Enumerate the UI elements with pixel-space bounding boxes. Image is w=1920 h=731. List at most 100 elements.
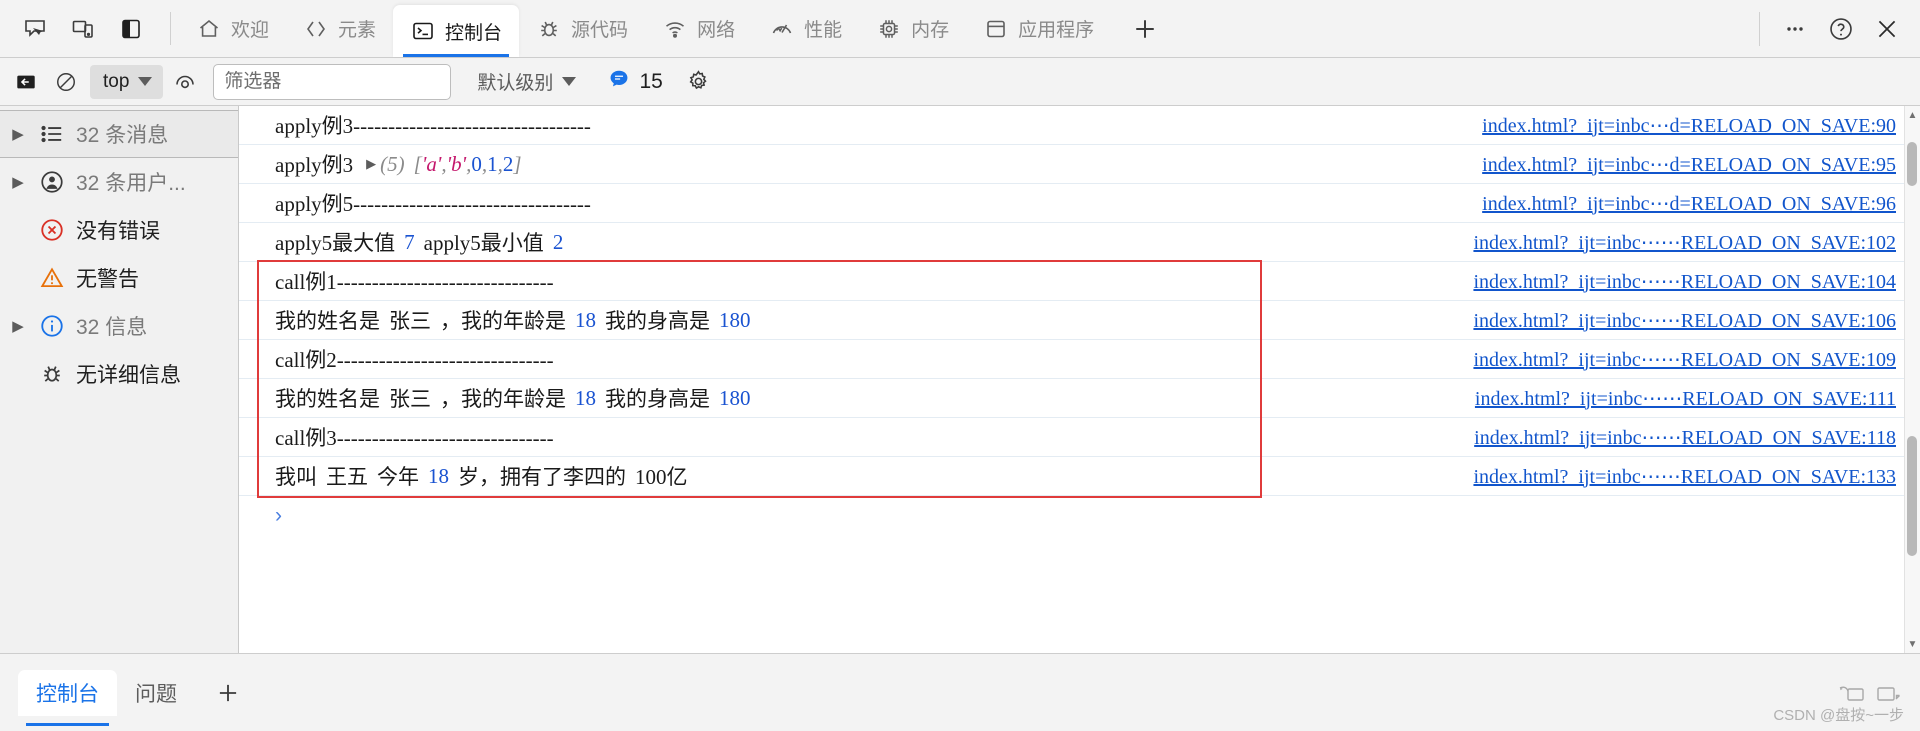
tab-memory[interactable]: 内存 [859, 0, 966, 57]
console-message-source-link[interactable]: index.html?_ijt=inbc⋯d=RELOAD_ON_SAVE:90 [1482, 113, 1904, 138]
numeric-value: 180 [719, 385, 751, 410]
console-toolbar: top 默认级别 15 [0, 58, 1920, 106]
tab-elements[interactable]: 元素 [286, 0, 393, 57]
sidebar-item-label: 32 信息 [76, 316, 148, 339]
tab-network[interactable]: 网络 [645, 0, 752, 57]
log-text: 我的姓名是 [275, 309, 380, 333]
log-text: call例3------------------------------- [275, 426, 554, 450]
tab-sources[interactable]: 源代码 [519, 0, 645, 57]
numeric-value: 1 [487, 151, 498, 176]
chevron-right-icon[interactable]: ▶ [8, 317, 28, 335]
log-text: 岁，拥有了李四的 [458, 465, 626, 489]
gear-icon[interactable] [681, 65, 717, 99]
drawer-tab-0[interactable]: 控制台 [18, 669, 117, 726]
more-options-icon[interactable] [1774, 8, 1816, 50]
console-message-source-link[interactable]: index.html?_ijt=inbc⋯d=RELOAD_ON_SAVE:96 [1482, 191, 1904, 216]
console-message-source-link[interactable]: index.html?_ijt=inbc⋯⋯RELOAD_ON_SAVE:111 [1475, 386, 1904, 411]
sidebar-item-3[interactable]: ▶无警告 [0, 254, 238, 302]
add-panel-tab-button[interactable] [1111, 0, 1179, 57]
clear-console-icon[interactable] [48, 65, 84, 99]
drawer-add-tab-button[interactable] [195, 680, 261, 706]
array-syntax: [ [413, 151, 422, 176]
sidebar-item-label: 32 条消息 [76, 124, 169, 147]
console-message-source-link[interactable]: index.html?_ijt=inbc⋯⋯RELOAD_ON_SAVE:104 [1473, 269, 1904, 294]
console-message-text: call例3------------------------------- [275, 422, 554, 452]
tab-performance[interactable]: 性能 [752, 0, 859, 57]
numeric-value: 0 [471, 151, 482, 176]
array-syntax: (5) [380, 151, 405, 176]
live-expression-icon[interactable] [167, 65, 203, 99]
close-icon[interactable] [1866, 8, 1908, 50]
array-syntax: ] [513, 151, 522, 176]
log-text: call例1------------------------------- [275, 270, 554, 294]
info-icon [36, 313, 68, 339]
toolbar-divider [170, 12, 171, 45]
inspect-element-icon[interactable] [14, 8, 56, 50]
chevron-right-icon[interactable]: ▶ [8, 173, 28, 191]
console-message-row[interactable]: 我的姓名是 张三 ，我的年龄是 18 我的身高是 180 index.html?_ijt=i… [239, 379, 1920, 418]
tab-console[interactable]: 控制台 [393, 5, 520, 57]
console-message-source-link[interactable]: index.html?_ijt=inbc⋯⋯RELOAD_ON_SAVE:106 [1473, 308, 1904, 333]
device-toolbar-icon[interactable] [62, 8, 104, 50]
execution-context-select[interactable]: top [90, 64, 164, 99]
numeric-value: 2 [552, 229, 564, 254]
prompt-chevron-icon: › [275, 504, 282, 527]
sidebar-item-1[interactable]: ▶ 32 条用户... [0, 158, 238, 206]
sidebar-item-5[interactable]: ▶无详细信息 [0, 350, 238, 398]
console-message-source-link[interactable]: index.html?_ijt=inbc⋯d=RELOAD_ON_SAVE:95 [1482, 152, 1904, 177]
verbose-bug-icon [36, 361, 68, 387]
dock-panel-icon[interactable] [110, 8, 152, 50]
scroll-down-arrow-icon[interactable]: ▼ [1905, 635, 1920, 653]
sidebar-item-4[interactable]: ▶ 32 信息 [0, 302, 238, 350]
sidebar-item-label: 没有错误 [76, 220, 160, 243]
console-message-text: 我的姓名是 张三 ，我的年龄是 18 我的身高是 180 [275, 383, 751, 413]
scroll-up-arrow-icon[interactable]: ▲ [1905, 106, 1920, 124]
console-message-row[interactable]: apply例5---------------------------------… [239, 184, 1920, 223]
tab-welcome[interactable]: 欢迎 [179, 0, 286, 57]
console-prompt[interactable]: › [239, 496, 1920, 536]
numeric-value: 180 [719, 307, 751, 332]
log-level-select[interactable]: 默认级别 [467, 65, 584, 99]
console-message-row[interactable]: apply例3---------------------------------… [239, 106, 1920, 145]
log-text: apply5最小值 [423, 231, 544, 255]
chevron-down-icon [138, 77, 153, 86]
console-message-row[interactable]: apply例3 ▶ (5)['a', 'b', 0, 1, 2] index.html… [239, 145, 1920, 184]
show-console-sidebar-icon[interactable] [8, 65, 44, 99]
message-count-indicator[interactable]: 15 [608, 68, 663, 95]
log-text: 100亿 [635, 465, 688, 489]
console-message-row[interactable]: call例3------------------------------- ind… [239, 418, 1920, 457]
user-icon [36, 169, 68, 195]
console-icon [410, 18, 436, 44]
filter-input[interactable] [213, 63, 452, 100]
scrollbar-thumb[interactable] [1907, 436, 1917, 556]
log-text: apply例3---------------------------------… [275, 114, 591, 138]
sidebar-item-2[interactable]: ▶没有错误 [0, 206, 238, 254]
console-message-source-link[interactable]: index.html?_ijt=inbc⋯⋯RELOAD_ON_SAVE:102 [1473, 230, 1904, 255]
code-icon [303, 16, 329, 42]
warning-icon [36, 265, 68, 291]
console-scrollbar[interactable]: ▲ ▼ [1904, 106, 1920, 653]
wifi-icon [662, 16, 688, 42]
message-count-value: 15 [639, 69, 663, 93]
help-icon[interactable] [1820, 8, 1862, 50]
tab-label: 欢迎 [231, 20, 270, 41]
chevron-right-icon[interactable]: ▶ [8, 125, 28, 143]
console-message-row[interactable]: apply5最大值 7 apply5最小值 2 index.html?_ijt=inbc… [239, 223, 1920, 262]
console-message-row[interactable]: call例1------------------------------- ind… [239, 262, 1920, 301]
console-message-source-link[interactable]: index.html?_ijt=inbc⋯⋯RELOAD_ON_SAVE:133 [1473, 464, 1904, 489]
console-message-source-link[interactable]: index.html?_ijt=inbc⋯⋯RELOAD_ON_SAVE:118 [1474, 425, 1904, 450]
drawer-tab-1[interactable]: 问题 [117, 670, 195, 716]
console-message-source-link[interactable]: index.html?_ijt=inbc⋯⋯RELOAD_ON_SAVE:109 [1473, 347, 1904, 372]
numeric-value: 2 [502, 151, 514, 176]
scrollbar-thumb-top[interactable] [1907, 142, 1917, 186]
tab-label: 元素 [338, 20, 377, 41]
tab-application[interactable]: 应用程序 [966, 0, 1111, 57]
numeric-value: 7 [404, 229, 415, 254]
console-message-row[interactable]: 我叫 王五 今年 18 岁，拥有了李四的 100亿 index.html?_ijt=inbc… [239, 457, 1920, 496]
console-scroll[interactable]: apply例3---------------------------------… [239, 106, 1920, 653]
expand-triangle-icon[interactable]: ▶ [362, 156, 380, 172]
sidebar-item-0[interactable]: ▶ 32 条消息 [0, 110, 238, 158]
console-message-row[interactable]: call例2------------------------------- ind… [239, 340, 1920, 379]
console-message-row[interactable]: 我的姓名是 张三 ，我的年龄是 18 我的身高是 180 index.html?_ijt=i… [239, 301, 1920, 340]
console-message-text: apply例5---------------------------------… [275, 188, 591, 218]
